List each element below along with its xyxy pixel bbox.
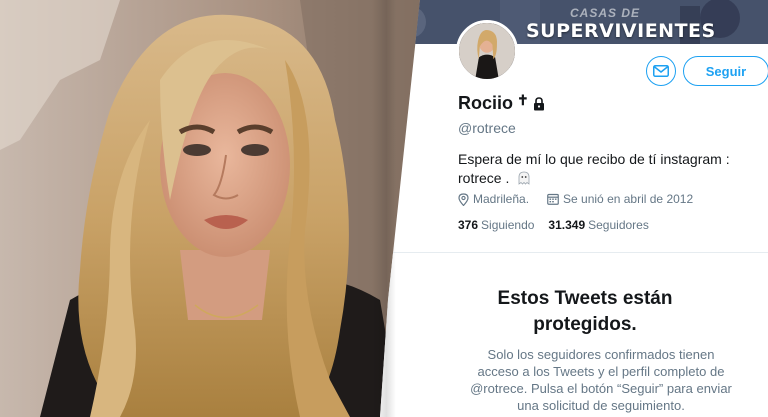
profile-name: Rociio [458,93,514,113]
profile-bio: Espera de mí lo que recibo de tí instagr… [458,150,748,188]
message-button[interactable] [646,56,676,86]
calendar-icon [547,193,559,205]
map-pin-icon [458,192,469,206]
banner-title: SUPERVIVIENTES [526,20,716,42]
envelope-icon [653,65,669,77]
follow-button[interactable]: Seguir [683,56,768,86]
following-count: 376 [458,218,479,232]
ghost-emoji-icon [518,171,530,185]
protected-title: Estos Tweets están protegidos. [497,288,673,335]
profile-stats: 376 Siguiendo 31.349 Seguidores [458,218,649,232]
following-stat[interactable]: 376 Siguiendo [458,218,534,232]
woman-photo [0,0,420,417]
following-label: Siguiendo [481,218,535,232]
profile-location: Madrileña. [473,192,530,206]
profile-handle[interactable]: @rotrece [458,120,516,136]
banner-subtitle: CASAS DE [570,6,641,20]
bio-text: Espera de mí lo que recibo de tí instagr… [458,151,730,186]
photo-illustration [0,0,420,417]
followers-label: Seguidores [588,218,649,232]
followers-count: 31.349 [548,218,586,232]
profile-joined: Se unió en abril de 2012 [563,192,694,206]
name-suffix: ✝ [517,92,529,108]
profile-name-row: Rociio ✝ [458,92,545,114]
twitter-profile-card: CASAS DE SUPERVIVIENTES Seguir Rociio ✝ … [380,0,768,417]
avatar-image [459,23,515,79]
lock-icon [533,96,544,110]
protected-description: Solo los seguidores confirmados tienen a… [470,347,732,413]
avatar[interactable] [456,20,518,82]
profile-meta: Madrileña. Se unió en abril de 2012 [458,192,693,206]
followers-stat[interactable]: 31.349 Seguidores [548,218,648,232]
profile-banner: CASAS DE SUPERVIVIENTES [380,0,768,44]
